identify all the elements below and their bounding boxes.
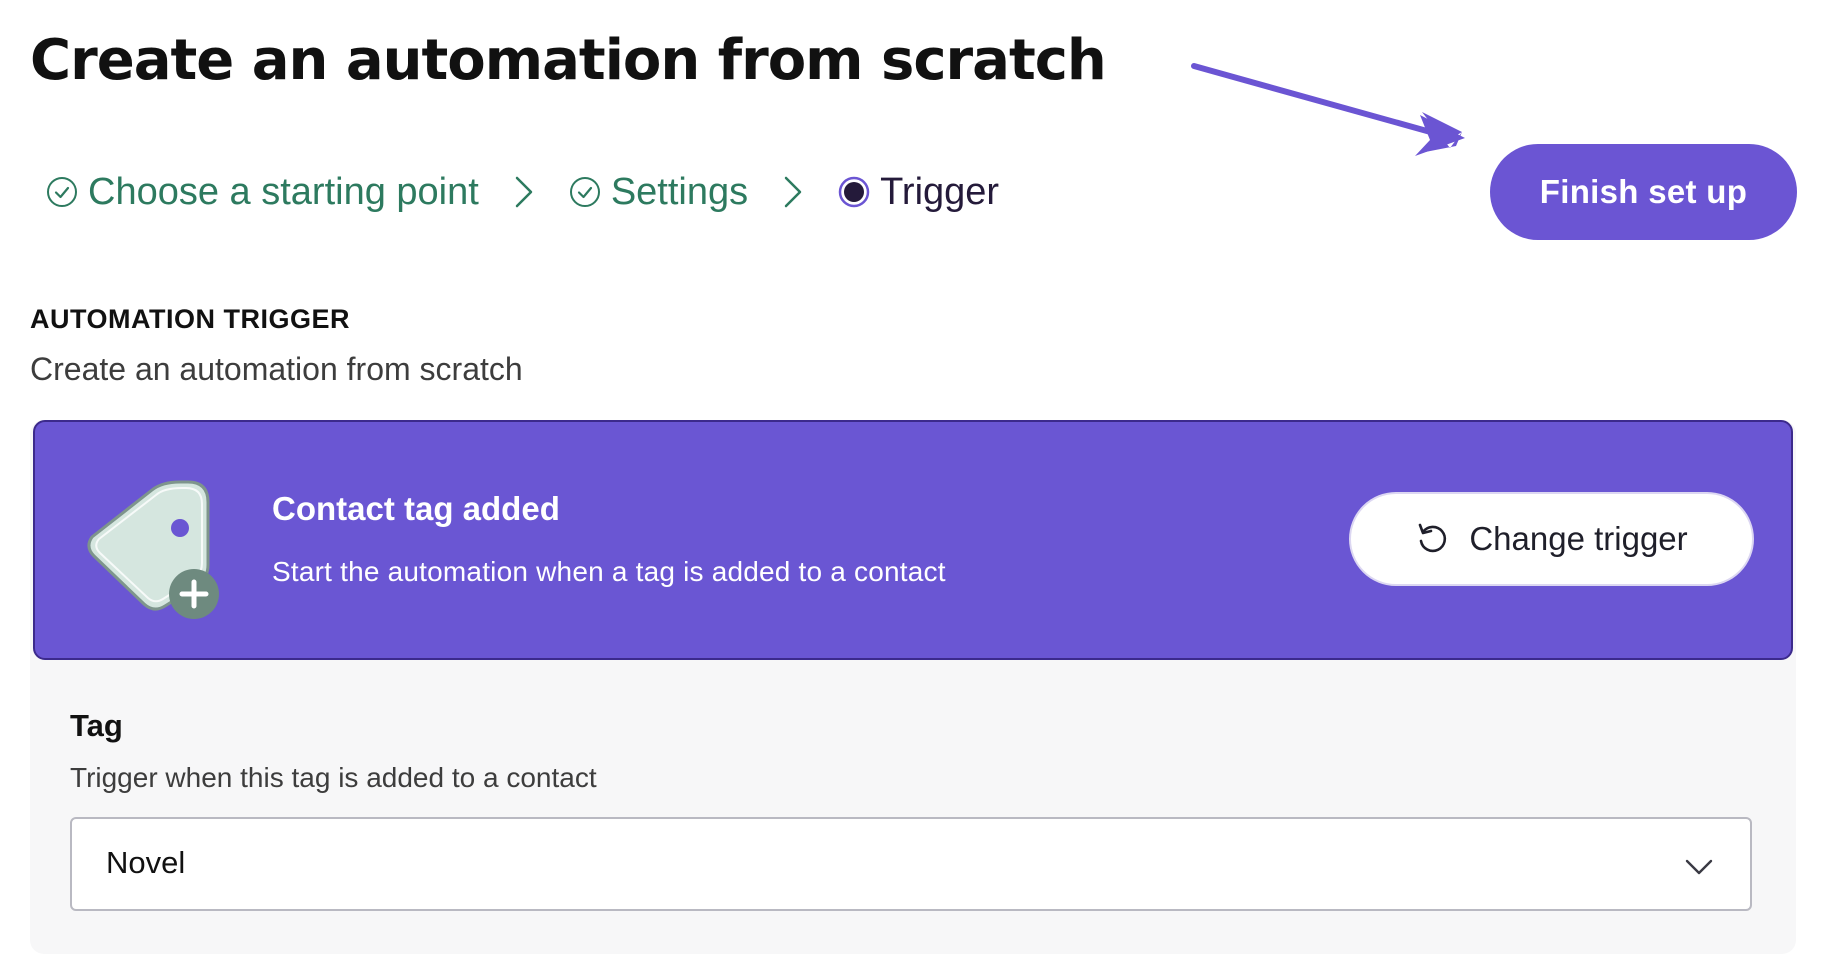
tag-add-icon (87, 480, 219, 619)
change-trigger-button[interactable]: Change trigger (1349, 492, 1754, 586)
chevron-right-icon (515, 176, 533, 208)
step-label: Trigger (880, 170, 1000, 213)
tag-field-help: Trigger when this tag is added to a cont… (70, 762, 597, 793)
step-label: Settings (610, 170, 749, 213)
arrow-annotation-icon (1191, 63, 1465, 156)
section-subtitle: Create an automation from scratch (30, 351, 523, 387)
step-trigger[interactable]: Trigger (838, 171, 999, 214)
trigger-title: Contact tag added (272, 490, 560, 527)
tag-field-label: Tag (70, 708, 123, 743)
chevron-down-icon (1685, 859, 1713, 875)
trigger-description: Start the automation when a tag is added… (272, 556, 946, 587)
stepper: Choose a starting point Settings Trigger (46, 168, 999, 216)
check-circle-icon (47, 177, 77, 207)
chevron-right-icon (784, 176, 802, 208)
step-choose-starting-point[interactable]: Choose a starting point (46, 171, 479, 214)
step-label: Choose a starting point (88, 170, 479, 213)
section-label: AUTOMATION TRIGGER (30, 304, 350, 334)
tag-select-value: Novel (106, 845, 186, 880)
page-title: Create an automation from scratch (30, 28, 1107, 93)
refresh-icon (1419, 523, 1447, 553)
current-step-dot-icon (838, 176, 870, 208)
step-settings[interactable]: Settings (569, 171, 748, 214)
check-circle-icon (569, 177, 600, 207)
finish-set-up-button[interactable]: Finish set up (1490, 144, 1797, 240)
tag-select[interactable]: Novel (70, 817, 1752, 911)
change-trigger-label: Change trigger (1469, 520, 1688, 557)
